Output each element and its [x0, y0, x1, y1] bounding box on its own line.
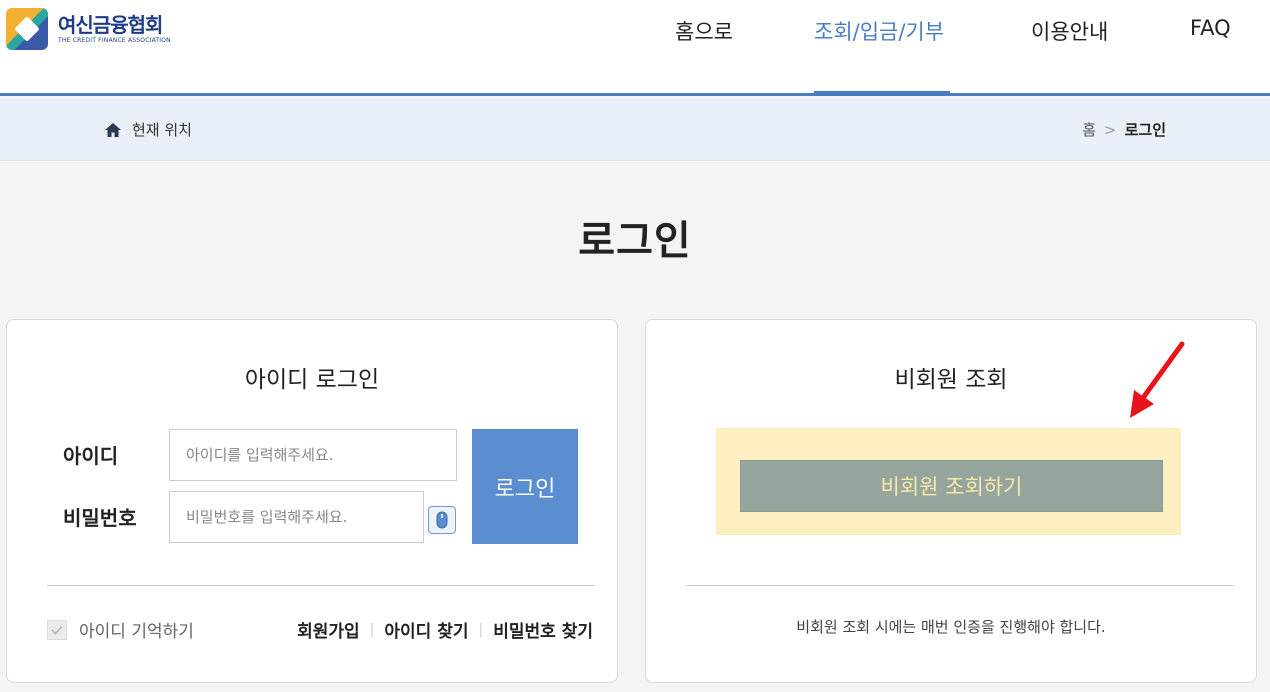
- id-login-panel: 아이디 로그인 아이디 비밀번호 로그인 아이디 기억하기 회원가입 | 아이디…: [6, 319, 618, 683]
- password-input[interactable]: [169, 491, 424, 543]
- home-icon: [105, 122, 121, 137]
- login-button[interactable]: 로그인: [472, 429, 578, 544]
- page-title: 로그인: [578, 218, 692, 264]
- nav-guide[interactable]: 이용안내: [1031, 16, 1108, 46]
- account-links: 회원가입 | 아이디 찾기 | 비밀번호 찾기: [297, 617, 593, 643]
- check-icon: [51, 625, 63, 635]
- password-label: 비밀번호: [63, 506, 137, 530]
- logo-mark-icon: [6, 8, 48, 50]
- guest-highlight-box: 비회원 조회하기: [716, 428, 1181, 535]
- link-separator: |: [478, 621, 484, 638]
- logo-title: 여신금융협회: [58, 13, 163, 37]
- find-id-link[interactable]: 아이디 찾기: [384, 617, 468, 642]
- id-login-title: 아이디 로그인: [244, 367, 380, 393]
- nav-home[interactable]: 홈으로: [675, 16, 733, 46]
- find-password-link[interactable]: 비밀번호 찾기: [493, 617, 593, 642]
- breadcrumb-bar: 현재 위치 홈 > 로그인: [0, 99, 1270, 161]
- site-logo[interactable]: 여신금융협회 THE CREDIT FINANCE ASSOCIATION: [6, 8, 171, 50]
- id-input[interactable]: [169, 429, 457, 481]
- checkbox-icon: [47, 619, 67, 640]
- nav-faq[interactable]: FAQ: [1190, 16, 1231, 40]
- guest-divider: [686, 585, 1234, 586]
- link-separator: |: [369, 621, 375, 638]
- breadcrumb-home[interactable]: 홈: [1082, 119, 1096, 140]
- logo-subtitle: THE CREDIT FINANCE ASSOCIATION: [58, 37, 171, 44]
- remember-id-label: 아이디 기억하기: [79, 622, 194, 642]
- mouse-icon: [436, 511, 448, 529]
- signup-link[interactable]: 회원가입: [297, 617, 360, 642]
- breadcrumb-separator: >: [1104, 120, 1117, 139]
- nav-inquiry-deposit-donation[interactable]: 조회/입금/기부: [814, 16, 944, 46]
- virtual-keyboard-button[interactable]: [428, 506, 456, 534]
- breadcrumb: 홈 > 로그인: [1082, 119, 1166, 140]
- remember-id-checkbox[interactable]: 아이디 기억하기: [47, 617, 194, 642]
- nav-active-indicator: [814, 91, 950, 94]
- annotation-arrow-icon: [1130, 341, 1185, 418]
- breadcrumb-current: 로그인: [1124, 121, 1166, 139]
- site-header: 여신금융협회 THE CREDIT FINANCE ASSOCIATION 홈으…: [0, 0, 1270, 96]
- id-login-divider: [47, 585, 595, 586]
- guest-inquiry-button[interactable]: 비회원 조회하기: [740, 460, 1163, 512]
- guest-notice: 비회원 조회 시에는 매번 인증을 진행해야 합니다.: [796, 618, 1106, 636]
- id-label: 아이디: [63, 444, 119, 468]
- current-location-label: 현재 위치: [132, 121, 192, 139]
